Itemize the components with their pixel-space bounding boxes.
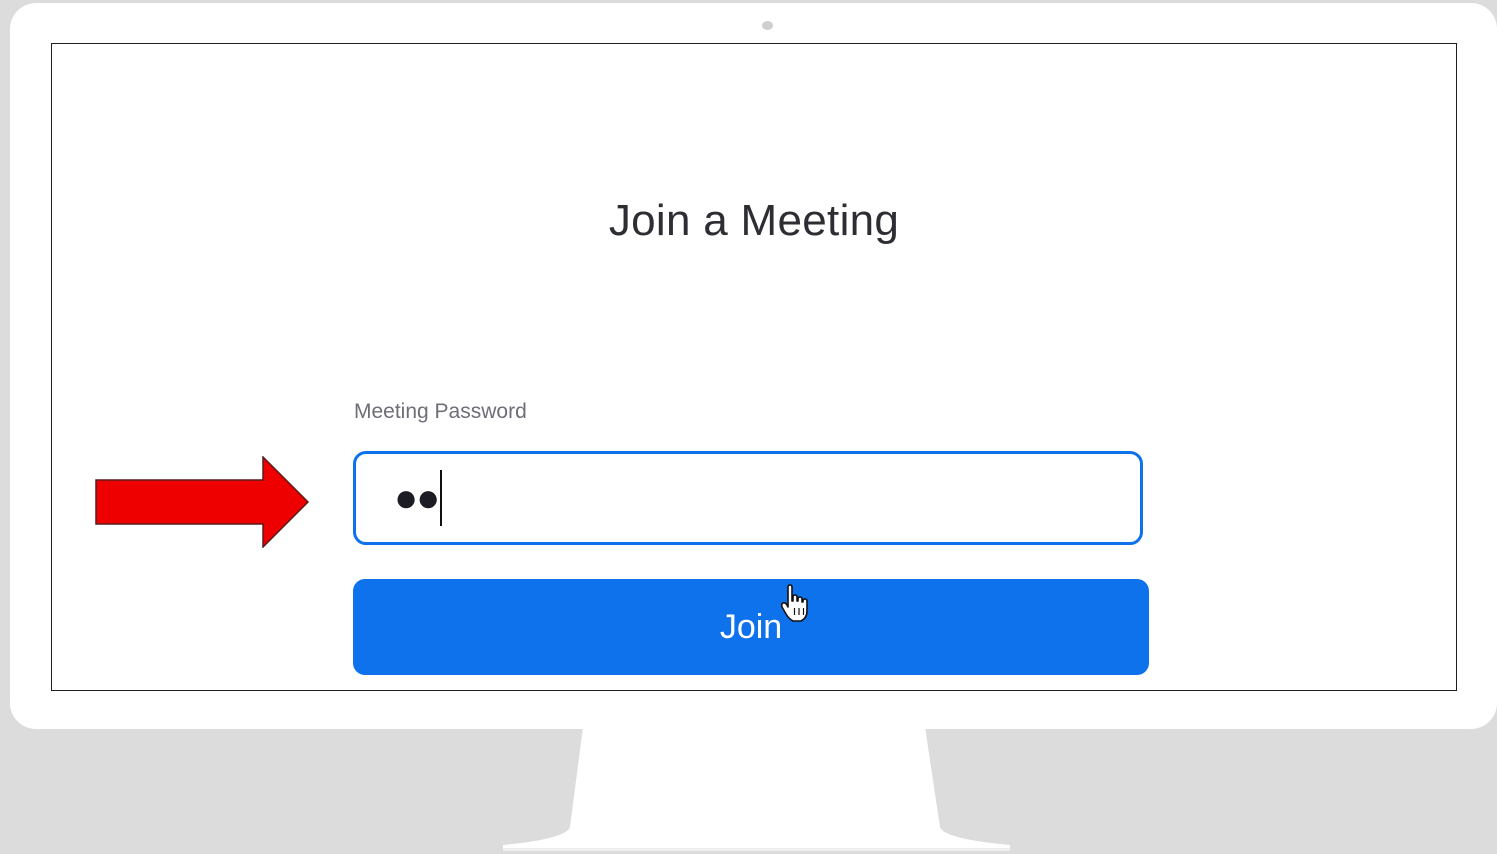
red-arrow-icon <box>95 456 310 548</box>
page-title: Join a Meeting <box>608 196 900 245</box>
camera-icon <box>762 21 773 30</box>
meeting-password-label: Meeting Password <box>354 400 527 423</box>
join-button-label: Join <box>719 607 783 646</box>
meeting-password-input[interactable]: ●● <box>353 451 1143 545</box>
password-masked-value: ●● <box>394 476 440 520</box>
join-button[interactable]: Join <box>353 579 1149 675</box>
desktop-stage: Join a Meeting Meeting Password ●● Join <box>0 0 1497 854</box>
hand-pointer-icon <box>780 584 808 622</box>
screen: Join a Meeting Meeting Password ●● Join <box>51 43 1457 691</box>
monitor-stand <box>503 727 1010 851</box>
text-caret <box>440 470 443 526</box>
